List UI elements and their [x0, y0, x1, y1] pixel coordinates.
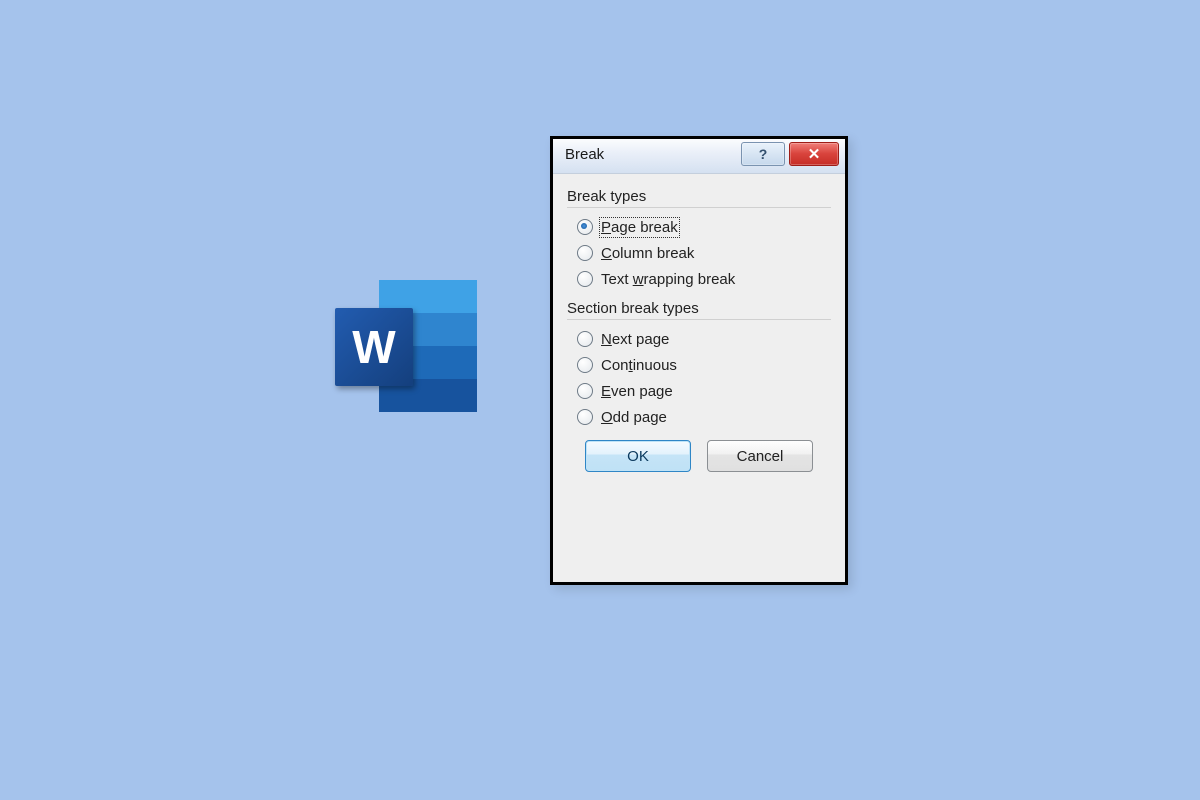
dialog-body: Break types Page break Column break Text…: [553, 174, 845, 484]
word-icon-tile: W: [335, 308, 413, 386]
break-dialog: Break ? ✕ Break types Page break: [550, 136, 848, 585]
group-divider: [567, 207, 831, 208]
help-icon: ?: [759, 146, 768, 162]
cancel-button-label: Cancel: [737, 448, 784, 465]
radio-label: Next page: [601, 331, 669, 348]
radio-text-wrapping-break[interactable]: Text wrapping break: [577, 266, 831, 292]
group-label-break-types: Break types: [567, 188, 831, 205]
radio-column-break[interactable]: Column break: [577, 240, 831, 266]
radio-label: Column break: [601, 245, 694, 262]
radio-next-page[interactable]: Next page: [577, 326, 831, 352]
dialog-titlebar[interactable]: Break ? ✕: [553, 139, 845, 174]
group-label-section-break-types: Section break types: [567, 300, 831, 317]
radio-label: Even page: [601, 383, 673, 400]
stage: W Break ? ✕ Break types Page break: [0, 0, 1200, 800]
radio-icon: [577, 357, 593, 373]
radio-icon: [577, 271, 593, 287]
close-button[interactable]: ✕: [789, 142, 839, 166]
radio-label: Continuous: [601, 357, 677, 374]
radio-odd-page[interactable]: Odd page: [577, 404, 831, 430]
radio-label: Page break: [601, 219, 678, 236]
ok-button[interactable]: OK: [585, 440, 691, 472]
radio-even-page[interactable]: Even page: [577, 378, 831, 404]
radio-label: Text wrapping break: [601, 271, 735, 288]
radio-page-break[interactable]: Page break: [577, 214, 831, 240]
radio-icon: [577, 383, 593, 399]
radio-icon: [577, 409, 593, 425]
word-icon-letter: W: [352, 324, 395, 370]
radio-icon: [577, 219, 593, 235]
ok-button-label: OK: [627, 448, 649, 465]
titlebar-buttons: ? ✕: [741, 142, 839, 166]
radio-label: Odd page: [601, 409, 667, 426]
close-icon: ✕: [808, 145, 821, 163]
cancel-button[interactable]: Cancel: [707, 440, 813, 472]
dialog-title: Break: [565, 146, 604, 163]
radio-icon: [577, 245, 593, 261]
radio-list-section-break-types: Next page Continuous Even page Odd page: [577, 326, 831, 430]
radio-icon: [577, 331, 593, 347]
dialog-button-row: OK Cancel: [567, 440, 831, 472]
word-app-icon: W: [335, 280, 477, 412]
radio-continuous[interactable]: Continuous: [577, 352, 831, 378]
group-divider: [567, 319, 831, 320]
radio-list-break-types: Page break Column break Text wrapping br…: [577, 214, 831, 292]
help-button[interactable]: ?: [741, 142, 785, 166]
